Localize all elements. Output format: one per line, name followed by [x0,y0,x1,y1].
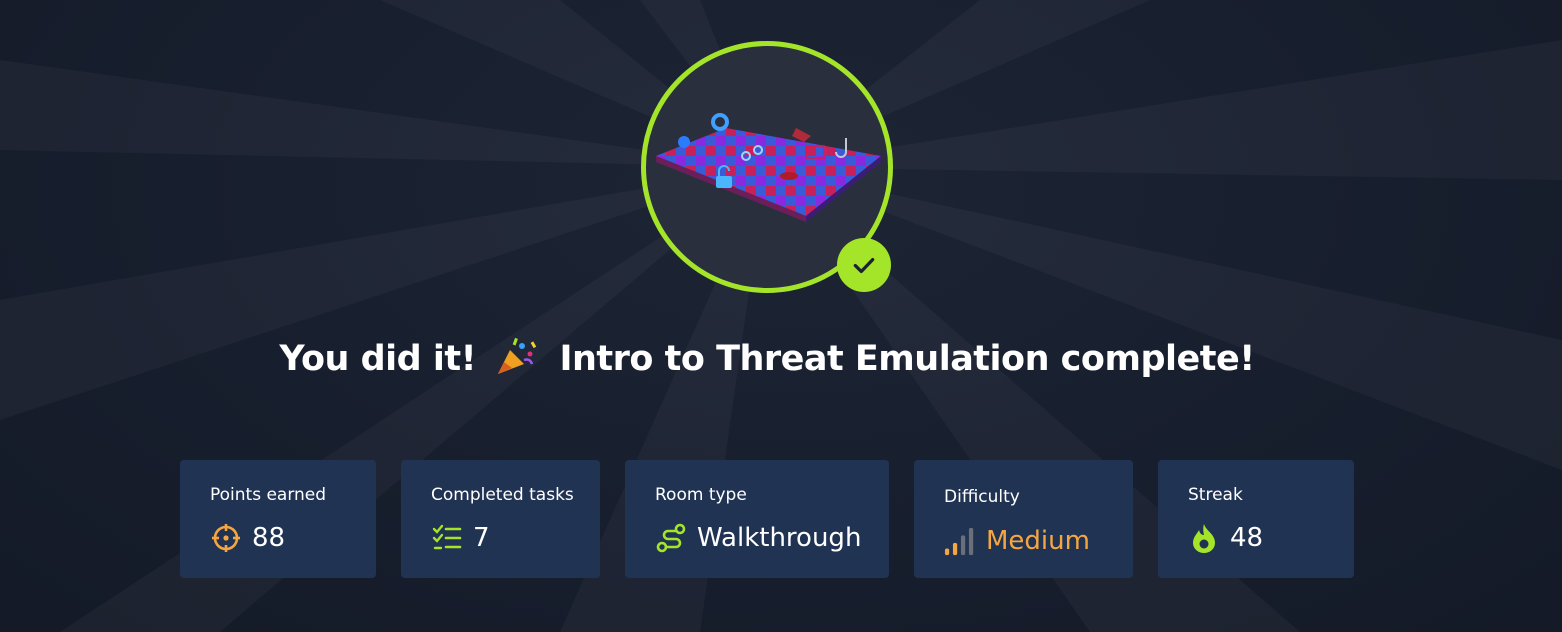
headline-suffix: Intro to Threat Emulation complete! [559,339,1255,379]
crosshair-icon [210,522,242,554]
stat-value: 88 [252,523,286,553]
stat-value: Medium [986,526,1090,556]
headline-prefix: You did it! [279,339,477,379]
route-icon [655,522,687,554]
checkmark-icon [853,257,875,274]
stat-card-streak: Streak 48 [1158,460,1354,578]
completed-check-badge [837,238,891,292]
completion-screen: You did it! Intro to Threat Emulation co… [0,0,1562,632]
completion-headline: You did it! Intro to Threat Emulation co… [0,336,1534,379]
stat-card-points: Points earned 88 [180,460,376,578]
task-list-icon [431,522,463,554]
flame-icon [1188,522,1220,554]
stat-label: Difficulty [944,487,1020,507]
room-badge [641,41,893,293]
stat-label: Completed tasks [431,485,574,505]
stat-card-difficulty: Difficulty Medium [914,460,1133,578]
party-popper-icon [497,337,536,374]
stat-card-completed-tasks: Completed tasks 7 [401,460,600,578]
stat-label: Points earned [210,485,327,505]
stat-value: 48 [1230,523,1264,553]
stat-value: Walkthrough [697,523,862,553]
stat-label: Streak [1188,485,1243,505]
stat-value: 7 [473,523,490,553]
stat-card-room-type: Room type Walkthrough [625,460,889,578]
signal-bars-icon [944,525,976,557]
stat-label: Room type [655,485,747,505]
